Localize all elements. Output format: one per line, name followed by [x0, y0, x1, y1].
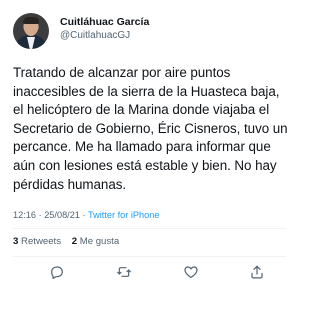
tweet-time[interactable]: 12:16 — [13, 210, 36, 220]
author-display-name[interactable]: Cuitláhuac García — [60, 15, 149, 29]
tweet-date[interactable]: 25/08/21 — [44, 210, 80, 220]
meta-separator: · — [82, 210, 86, 220]
likes-count: 2 — [71, 236, 78, 247]
like-button[interactable] — [183, 264, 199, 280]
avatar[interactable] — [13, 13, 49, 49]
divider — [13, 228, 286, 229]
retweets-label: Retweets — [21, 236, 62, 247]
retweet-icon — [117, 267, 131, 277]
likes-label: Me gusta — [79, 236, 120, 247]
author-names: Cuitláhuac García @CuitlahuacGJ — [60, 15, 149, 43]
tweet-source-link[interactable]: Twitter for iPhone — [88, 210, 160, 220]
tweet-text: Tratando de alcanzar por aire puntos ina… — [13, 65, 288, 192]
meta-separator: · — [38, 210, 42, 220]
tweet-author[interactable]: Cuitláhuac García @CuitlahuacGJ — [13, 13, 283, 49]
retweets-count: 3 — [13, 236, 19, 247]
tweet-metadata: 12:16 · 25/08/21 · Twitter for iPhone — [13, 209, 159, 221]
share-button[interactable] — [249, 264, 265, 280]
likes-stat[interactable]: 2 Me gusta — [72, 236, 119, 247]
reply-icon — [51, 266, 63, 279]
tweet-stats: 3 Retweets 2 Me gusta — [13, 236, 127, 248]
retweet-button[interactable] — [116, 264, 132, 280]
divider — [13, 256, 286, 257]
reply-button[interactable] — [49, 264, 65, 280]
retweets-stat[interactable]: 3 Retweets — [13, 236, 61, 247]
tweet-card: Cuitláhuac García @CuitlahuacGJ Tratando… — [0, 0, 299, 313]
author-handle[interactable]: @CuitlahuacGJ — [60, 29, 149, 43]
like-icon — [184, 266, 198, 278]
share-icon — [251, 265, 263, 279]
tweet-actions — [0, 262, 299, 284]
